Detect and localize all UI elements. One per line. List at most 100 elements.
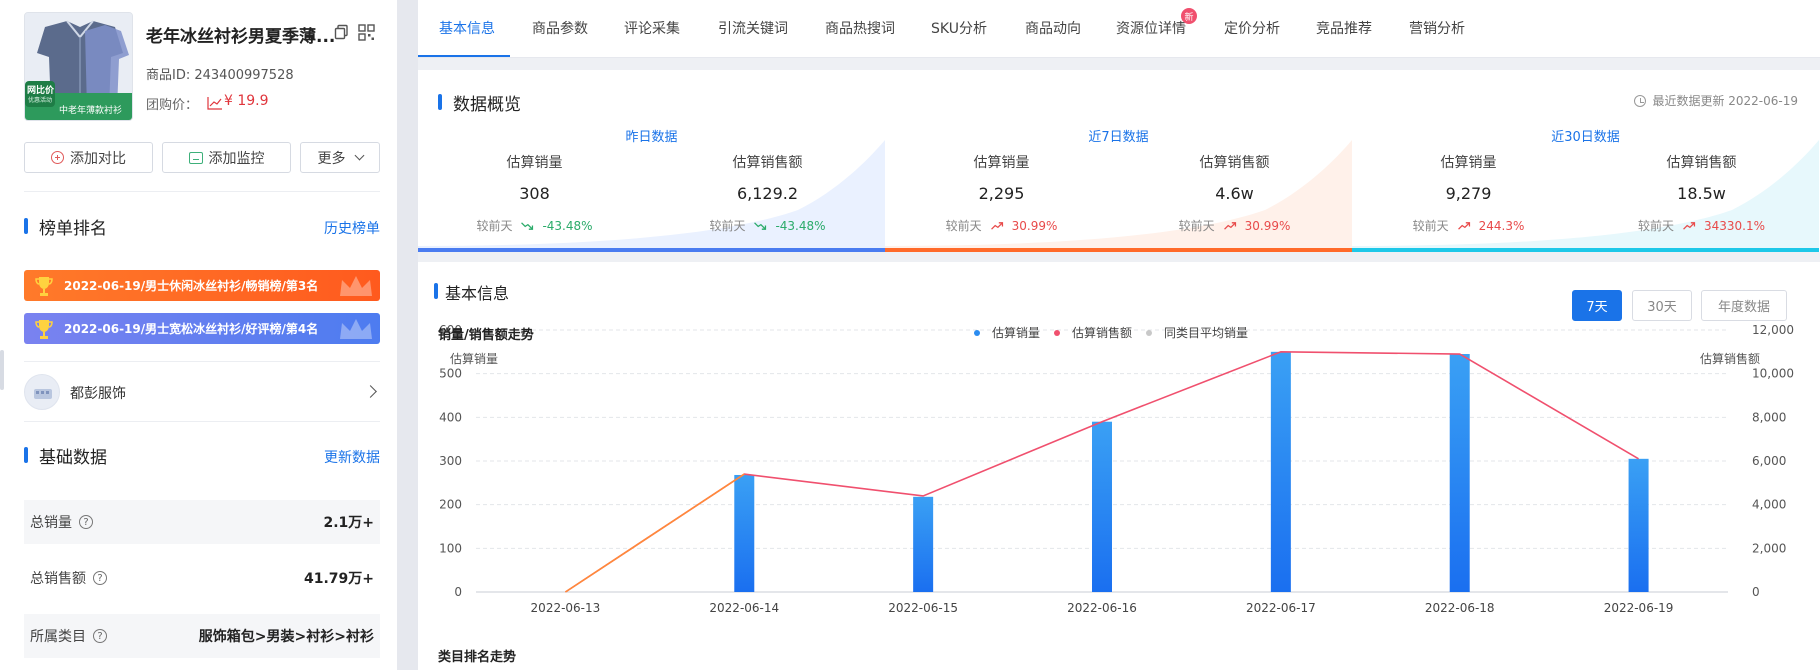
help-icon[interactable]: ?: [93, 629, 107, 643]
change-percent: -43.48%: [542, 218, 593, 233]
add-monitor-label: 添加监控: [208, 150, 265, 167]
collapse-handle[interactable]: [0, 350, 4, 390]
metric-compare: 较前天 -43.48%: [418, 217, 651, 234]
metric-compare: 较前天 -43.48%: [651, 217, 884, 234]
compare-label: 较前天: [945, 219, 982, 233]
tab-basic-info[interactable]: 基本信息: [439, 18, 495, 38]
qrcode-icon[interactable]: [358, 24, 375, 41]
overview-metric: 估算销量 308 较前天 -43.48%: [418, 152, 651, 234]
metric-label: 估算销量: [1440, 155, 1497, 171]
y2-axis-title: 估算销售额: [1700, 352, 1761, 366]
trend-up-icon: [1683, 221, 1696, 230]
basic-data-label: 总销量: [30, 515, 72, 531]
y2-tick-label: 6,000: [1752, 454, 1786, 468]
trend-down-icon: [521, 221, 534, 230]
change-percent: 30.99%: [1244, 218, 1291, 233]
add-compare-button[interactable]: 添加对比: [24, 142, 153, 173]
update-data-link[interactable]: 更新数据: [324, 447, 380, 467]
category-rank-trend-title: 类目排名走势: [438, 650, 517, 665]
basic-data-title: 基础数据: [24, 443, 107, 468]
ranking-item[interactable]: 2022-06-19/男士休闲冰丝衬衫/畅销榜/第3名: [24, 270, 380, 301]
ranking-item-text: 2022-06-19/男士休闲冰丝衬衫/畅销榜/第3名: [64, 279, 319, 293]
change-percent: 244.3%: [1478, 218, 1525, 233]
add-monitor-button[interactable]: 添加监控: [162, 142, 291, 173]
legend-label: 同类目平均销量: [1164, 326, 1249, 340]
ranking-item[interactable]: 2022-06-19/男士宽松冰丝衬衫/好评榜/第4名: [24, 313, 380, 344]
tab-review-collection[interactable]: 评论采集: [624, 18, 680, 38]
tab-pricing-analysis[interactable]: 定价分析: [1224, 18, 1280, 38]
chevron-right-icon[interactable]: [364, 385, 377, 398]
overview-metric: 估算销量 9,279 较前天 244.3%: [1352, 152, 1585, 234]
metric-value: 18.5w: [1677, 184, 1726, 203]
x-tick-label: 2022-06-19: [1604, 601, 1674, 615]
tab-product-trends[interactable]: 商品动向: [1025, 18, 1081, 38]
data-overview-card: 数据概览 最近数据更新 2022-06-19 昨日数据 估算销量 308 较前天 -43…: [418, 70, 1820, 252]
help-icon[interactable]: ?: [79, 515, 93, 529]
x-tick-label: 2022-06-18: [1425, 601, 1495, 615]
help-icon[interactable]: ?: [93, 571, 107, 585]
period-year-button[interactable]: 年度数据: [1701, 290, 1787, 321]
line-revenue-segment: [564, 473, 745, 593]
basic-data-label: 总销售额: [30, 571, 86, 587]
divider: [24, 421, 380, 422]
metric-value: 9,279: [1445, 184, 1492, 203]
tab-hot-search-words[interactable]: 商品热搜词: [825, 18, 895, 38]
price-trend-icon[interactable]: [207, 96, 223, 110]
period-30d-button[interactable]: 30天: [1632, 290, 1692, 321]
more-button[interactable]: 更多: [300, 142, 380, 173]
legend-item[interactable]: 同类目平均销量: [1146, 324, 1248, 341]
last-updated-text: 最近数据更新 2022-06-19: [1652, 94, 1798, 108]
metric-value: 6,129.2: [736, 184, 799, 203]
tab-traffic-keywords[interactable]: 引流关键词: [718, 18, 788, 38]
compare-label: 较前天: [476, 219, 513, 233]
y2-tick-label: 4,000: [1752, 498, 1786, 512]
legend-item[interactable]: 估算销售额: [1054, 324, 1132, 341]
copy-icon[interactable]: [334, 24, 350, 40]
legend-item[interactable]: 估算销量: [974, 324, 1040, 341]
chevron-down-icon: [354, 150, 364, 161]
product-image[interactable]: 网比价 优惠活动 中老年薄款衬衫: [24, 12, 133, 121]
change-percent: -43.48%: [775, 218, 826, 233]
panel-gutter: [397, 0, 418, 670]
basic-data-value: 41.79万+: [303, 571, 374, 587]
period-heading: 近7日数据: [1088, 130, 1149, 145]
metric-compare: 较前天 34330.1%: [1585, 217, 1818, 234]
tab-marketing-analysis[interactable]: 营销分析: [1409, 18, 1465, 38]
overview-period: 昨日数据 估算销量 308 较前天 -43.48% 估算销售额 6,129.2 较前天 -43.…: [418, 120, 885, 252]
bar-sales: [1628, 458, 1649, 592]
tab-product-params[interactable]: 商品参数: [532, 18, 588, 38]
metric-label: 估算销售额: [1199, 155, 1270, 171]
shop-name[interactable]: 都彭服饰: [70, 383, 126, 403]
chart-title: 销量/销售额走势: [438, 328, 534, 343]
tab-competitor-recommend[interactable]: 竞品推荐: [1316, 18, 1372, 38]
basic-data-value: 服饰箱包>男装>衬衫>衬衫: [198, 629, 374, 645]
basic-data-value: 2.1万+: [323, 515, 374, 531]
compare-label: 较前天: [1637, 219, 1674, 233]
add-compare-label: 添加对比: [70, 150, 126, 167]
metric-compare: 较前天 30.99%: [1118, 217, 1351, 234]
trend-up-icon: [990, 221, 1003, 230]
bar-sales: [1270, 351, 1291, 592]
shop-avatar[interactable]: [24, 374, 60, 410]
basic-data-row: 总销量 ? 2.1万+: [24, 500, 380, 544]
metric-label: 估算销售额: [732, 155, 803, 171]
x-tick-label: 2022-06-13: [531, 601, 601, 615]
bar-sales: [734, 474, 755, 592]
history-ranking-link[interactable]: 历史榜单: [324, 218, 380, 238]
bar-sales: [1449, 354, 1470, 592]
tab-resource-details[interactable]: 资源位详情: [1116, 18, 1186, 38]
legend-label: 估算销量: [992, 326, 1041, 340]
compare-label: 较前天: [709, 219, 746, 233]
period-7d-button[interactable]: 7天: [1572, 290, 1622, 321]
overview-title: 数据概览: [438, 90, 521, 115]
chart-legend: 估算销量 估算销售额 同类目平均销量: [974, 324, 1248, 341]
clock-icon: [1634, 94, 1647, 107]
y-axis-title: 估算销量: [450, 352, 499, 366]
metric-compare: 较前天 244.3%: [1352, 217, 1585, 234]
y-tick-label: 100: [439, 541, 462, 555]
metric-value: 4.6w: [1215, 184, 1254, 203]
change-percent: 30.99%: [1011, 218, 1058, 233]
trend-down-icon: [754, 221, 767, 230]
crown-icon: [340, 276, 372, 296]
tab-sku-analysis[interactable]: SKU分析: [931, 18, 987, 38]
